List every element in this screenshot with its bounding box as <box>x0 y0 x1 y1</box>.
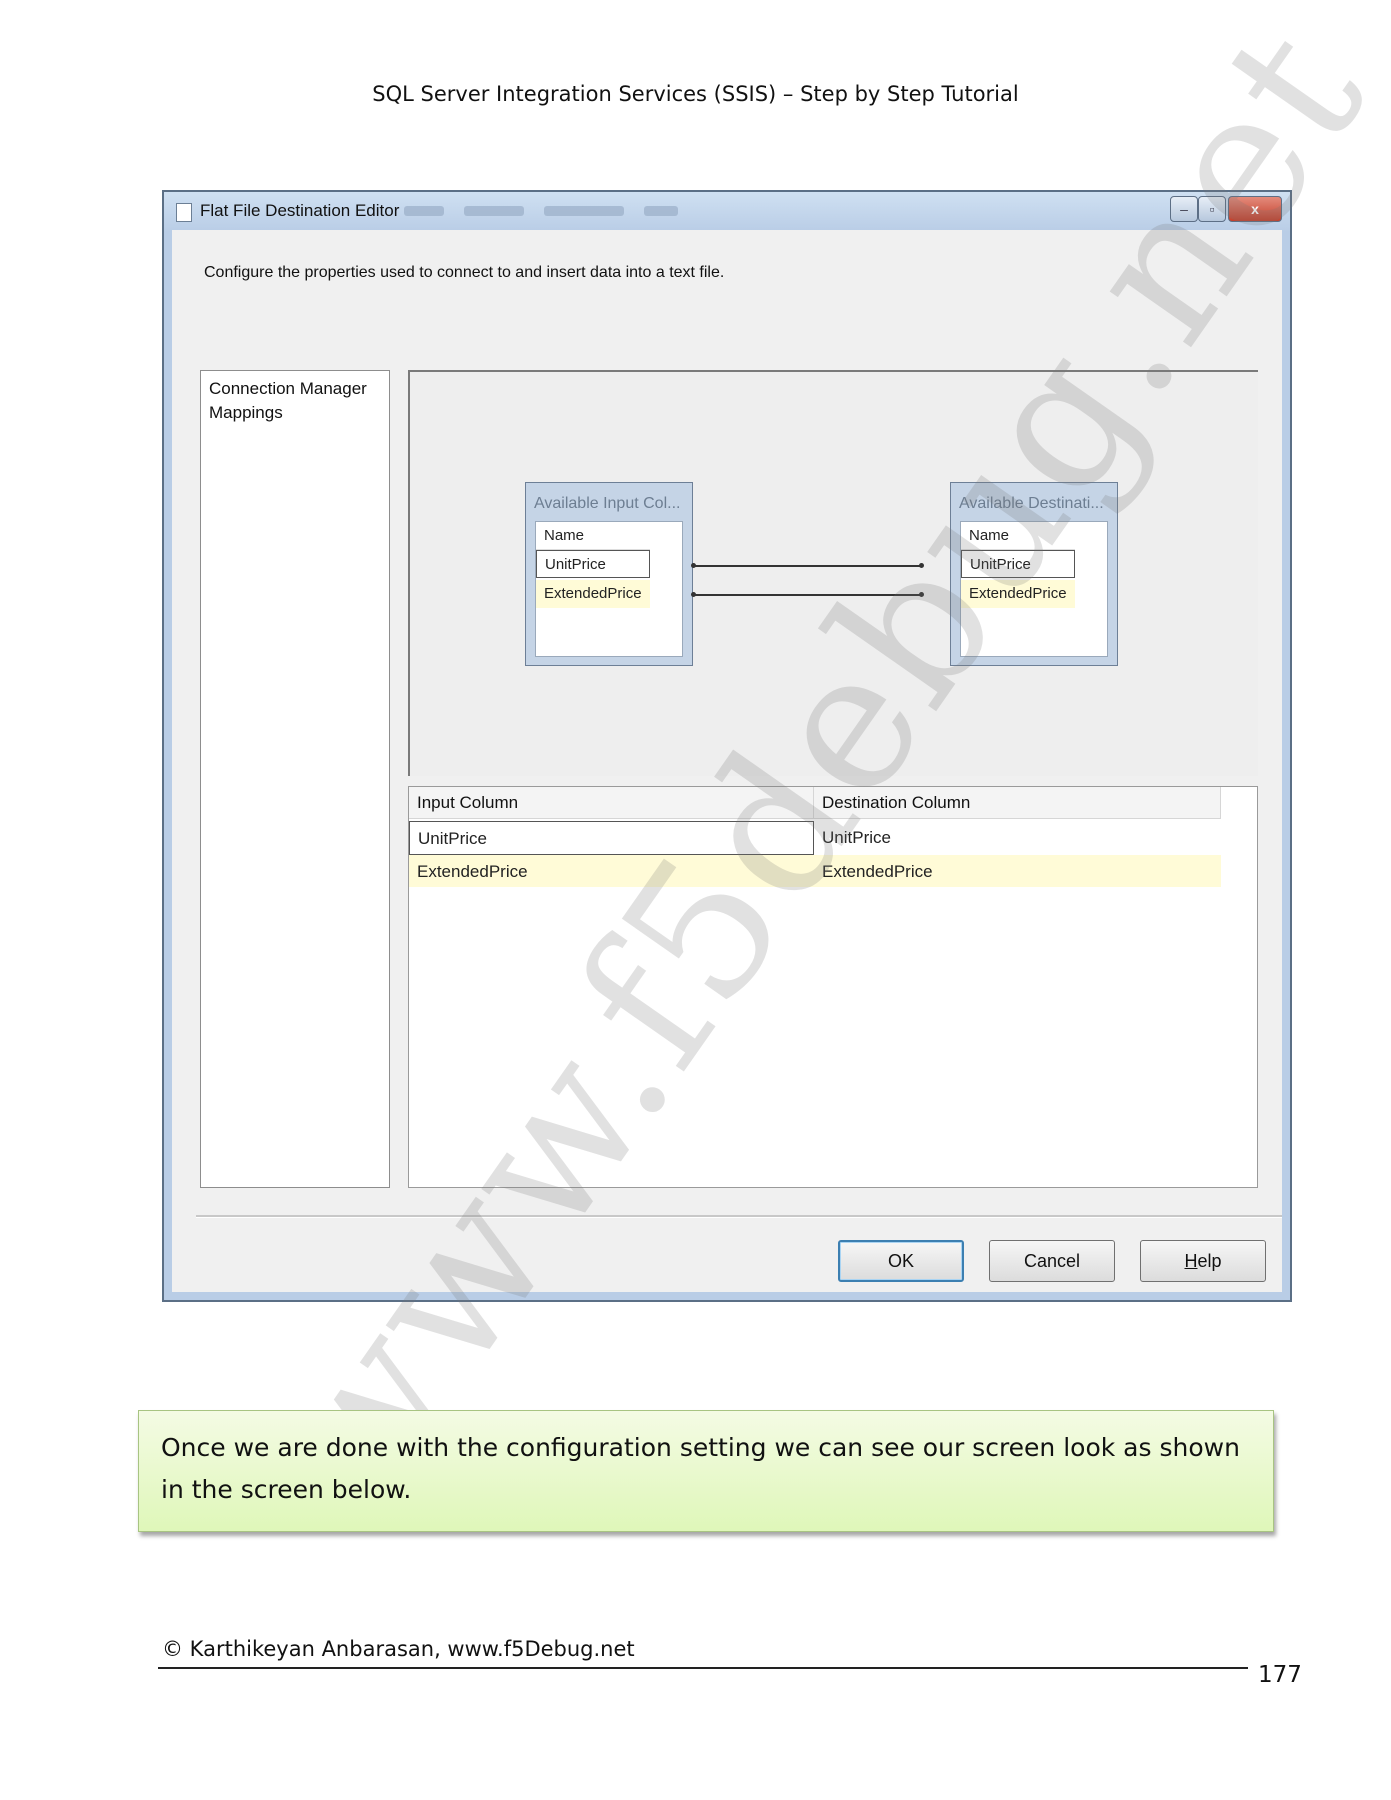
mapping-diagram: Available Input Col... Name UnitPrice Ex… <box>408 370 1258 776</box>
title-bar[interactable]: Flat File Destination Editor – ▫ x <box>164 192 1290 230</box>
link-endpoint <box>919 592 924 597</box>
window-controls: – ▫ x <box>1170 196 1282 222</box>
page-number: 177 <box>1258 1662 1302 1688</box>
destination-column-unitprice[interactable]: UnitPrice <box>961 550 1075 578</box>
grid-cell-destination-extendedprice[interactable]: ExtendedPrice <box>814 855 1221 889</box>
mapping-line-extendedprice[interactable] <box>694 594 922 596</box>
mapping-line-unitprice[interactable] <box>694 565 922 567</box>
maximize-button[interactable]: ▫ <box>1198 196 1226 222</box>
grid-header-destination-column[interactable]: Destination Column <box>814 787 1221 819</box>
maximize-icon: ▫ <box>1209 201 1215 217</box>
help-label: elp <box>1197 1250 1222 1271</box>
ghost-menu-item <box>464 206 524 216</box>
minimize-icon: – <box>1180 201 1188 217</box>
document-icon <box>176 203 192 222</box>
minimize-button[interactable]: – <box>1170 196 1198 222</box>
dialog-client-area: Configure the properties used to connect… <box>172 230 1282 1292</box>
grid-header-input-column[interactable]: Input Column <box>409 787 814 819</box>
ghost-menu-item <box>404 206 444 216</box>
footer-copyright: © Karthikeyan Anbarasan, www.f5Debug.net <box>162 1637 635 1661</box>
grid-cell-input-unitprice[interactable]: UnitPrice <box>409 821 814 855</box>
destination-column-extendedprice[interactable]: ExtendedPrice <box>961 580 1075 608</box>
mappings-grid: Input Column Destination Column UnitPric… <box>408 786 1258 1188</box>
footer-rule <box>158 1667 1248 1669</box>
nav-item-connection-manager[interactable]: Connection Manager <box>209 379 367 399</box>
page-header: SQL Server Integration Services (SSIS) –… <box>372 82 1019 106</box>
ghost-menu-item <box>644 206 678 216</box>
input-list-header: Name <box>536 522 650 550</box>
available-input-columns-box[interactable]: Available Input Col... Name UnitPrice Ex… <box>525 482 693 666</box>
help-accesskey: H <box>1184 1250 1198 1271</box>
dialog-description: Configure the properties used to connect… <box>204 264 725 281</box>
destination-column-list: Name UnitPrice ExtendedPrice <box>960 521 1108 657</box>
nav-item-mappings[interactable]: Mappings <box>209 403 283 423</box>
button-separator <box>196 1215 1282 1218</box>
close-button[interactable]: x <box>1228 196 1282 222</box>
note-callout: Once we are done with the configuration … <box>138 1410 1274 1532</box>
available-destination-columns-box[interactable]: Available Destinati... Name UnitPrice Ex… <box>950 482 1118 666</box>
grid-cell-destination-unitprice[interactable]: UnitPrice <box>814 821 1221 855</box>
destination-box-title: Available Destinati... <box>959 495 1104 512</box>
link-endpoint <box>919 563 924 568</box>
ok-button[interactable]: OK <box>838 1240 964 1282</box>
input-column-extendedprice[interactable]: ExtendedPrice <box>536 580 650 608</box>
flat-file-destination-editor-dialog: Flat File Destination Editor – ▫ x Confi… <box>162 190 1292 1302</box>
grid-cell-input-extendedprice[interactable]: ExtendedPrice <box>409 855 814 889</box>
input-column-unitprice[interactable]: UnitPrice <box>536 550 650 578</box>
navigation-pane: Connection Manager Mappings <box>200 370 390 1188</box>
help-button[interactable]: Help <box>1140 1240 1266 1282</box>
input-box-title: Available Input Col... <box>534 495 681 512</box>
destination-list-header: Name <box>961 522 1075 550</box>
cancel-button[interactable]: Cancel <box>989 1240 1115 1282</box>
ghost-menu-item <box>544 206 624 216</box>
input-column-list: Name UnitPrice ExtendedPrice <box>535 521 683 657</box>
dialog-title: Flat File Destination Editor <box>200 201 400 220</box>
close-icon: x <box>1251 201 1259 217</box>
